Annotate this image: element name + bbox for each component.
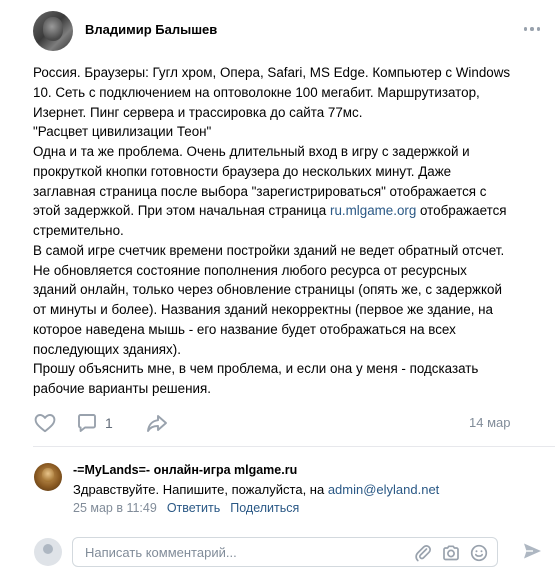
reply-button[interactable]: Ответить — [167, 501, 220, 515]
post-line: Одна и та же проблема. Очень длительный … — [33, 144, 470, 159]
post-line: 10. Сеть с подключением на оптоволокне 1… — [33, 84, 480, 100]
share-reply-button[interactable]: Поделиться — [230, 501, 299, 515]
share-button[interactable] — [145, 410, 169, 436]
post-line: которое наведена мышь - его название буд… — [33, 321, 456, 337]
post-line: зданий онлайн, только через обновление с… — [33, 282, 502, 298]
current-user-avatar — [34, 538, 62, 566]
comment-icon — [78, 414, 96, 432]
post-line-text: этой задержкой. При этом начальная стран… — [33, 203, 330, 219]
divider — [33, 446, 555, 447]
share-icon — [147, 415, 167, 432]
post-line: В самой игре счетчик времени постройки з… — [33, 242, 505, 258]
reply-avatar[interactable] — [34, 463, 62, 491]
reply-author[interactable]: -=MyLands=- онлайн-игра mlgame.ru — [73, 463, 297, 477]
post-line: этой задержкой. При этом начальная стран… — [33, 201, 553, 221]
post-line: Россия. Браузеры: Гугл хром, Опера, Safa… — [33, 65, 511, 80]
post-line: от минуты и более). Названия зданий неко… — [33, 302, 493, 317]
attachment-icon[interactable] — [413, 543, 433, 563]
post-line: "Расцвет цивилизации Теон" — [33, 124, 212, 140]
author-avatar[interactable] — [33, 11, 73, 51]
emoji-icon[interactable] — [469, 543, 489, 563]
site-link[interactable]: ru.mlgame.org — [330, 203, 416, 218]
post-line: заглавная страница после выбора "зарегис… — [33, 183, 487, 199]
post-line: Прошу объяснить мне, в чем проблема, и е… — [33, 361, 479, 377]
post-line: рабочие варианты решения. — [33, 381, 211, 396]
post-line: стремительно. — [33, 223, 124, 238]
post-line: Изернет. Пинг сервера и трассировка до с… — [33, 104, 363, 120]
reply-timestamp[interactable]: 25 мар в 11:49 — [73, 501, 157, 515]
reply-text: Здравствуйте. Напишите, пожалуйста, на a… — [73, 482, 439, 497]
comment-composer[interactable] — [72, 537, 498, 567]
camera-icon[interactable] — [441, 543, 461, 563]
more-icon — [523, 27, 528, 31]
post-line: последующих зданиях). — [33, 341, 181, 357]
post-date[interactable]: 14 мар — [469, 415, 510, 430]
email-link[interactable]: admin@elyland.net — [328, 482, 439, 497]
comment-input[interactable] — [85, 538, 385, 566]
heart-icon — [34, 414, 56, 433]
post-author[interactable]: Владимир Балышев — [85, 22, 217, 37]
reply-text-body: Здравствуйте. Напишите, пожалуйста, на — [73, 482, 328, 497]
post-line: Не обновляется состояние пополнения любо… — [33, 262, 467, 278]
comment-button[interactable]: 1 — [75, 410, 113, 436]
reply-meta: 25 мар в 11:49 Ответить Поделиться — [73, 501, 299, 515]
post-line-text: отображается — [416, 203, 507, 219]
post-line: прокруткой кнопки готовности браузера до… — [33, 163, 452, 179]
comment-count: 1 — [105, 415, 113, 431]
post: Владимир Балышев Россия. Браузеры: Гугл … — [0, 0, 555, 567]
more-options-button[interactable] — [518, 20, 546, 38]
like-button[interactable] — [33, 410, 57, 436]
post-text: Россия. Браузеры: Гугл хром, Опера, Safa… — [33, 63, 553, 399]
